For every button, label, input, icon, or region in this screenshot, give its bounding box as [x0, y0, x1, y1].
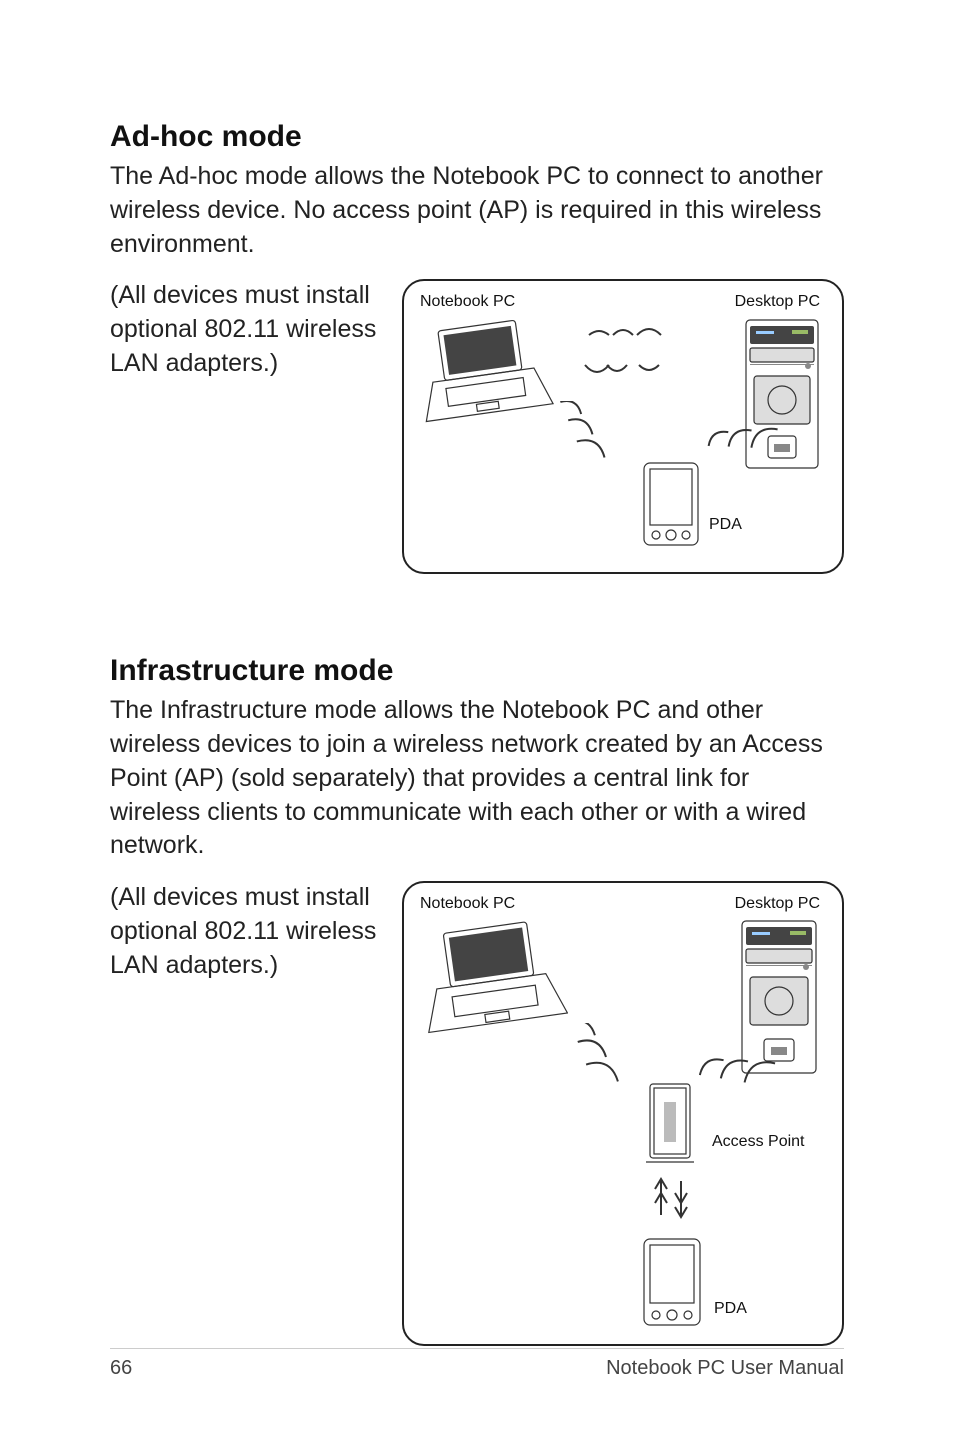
adhoc-paragraph: The Ad-hoc mode allows the Notebook PC t…	[110, 160, 844, 261]
footer-title: Notebook PC User Manual	[606, 1357, 844, 1380]
adhoc-row: (All devices must install optional 802.1…	[110, 279, 844, 574]
infra-paragraph: The Infrastructure mode allows the Noteb…	[110, 694, 844, 863]
wireless-arcs-icon	[544, 1023, 654, 1113]
adhoc-side-text-wrap: (All devices must install optional 802.1…	[110, 279, 390, 398]
infra-row: (All devices must install optional 802.1…	[110, 881, 844, 1346]
infra-desktop-label: Desktop PC	[735, 895, 820, 913]
infra-side-text: (All devices must install optional 802.1…	[110, 881, 390, 982]
wireless-updown-icon	[647, 1171, 697, 1237]
infra-side-text-wrap: (All devices must install optional 802.1…	[110, 881, 390, 1000]
pda-icon	[640, 1237, 704, 1329]
page-footer: 66 Notebook PC User Manual	[110, 1348, 844, 1380]
adhoc-desktop-label: Desktop PC	[735, 293, 820, 311]
infra-pda-label: PDA	[714, 1300, 747, 1318]
infra-heading: Infrastructure mode	[110, 654, 844, 688]
wireless-arcs-icon	[534, 401, 634, 481]
adhoc-side-text: (All devices must install optional 802.1…	[110, 279, 390, 380]
adhoc-pda-label: PDA	[709, 516, 742, 534]
adhoc-notebook-label: Notebook PC	[420, 293, 515, 311]
laptop-icon	[414, 317, 554, 427]
pda-icon	[640, 461, 702, 549]
infra-notebook-label: Notebook PC	[420, 895, 515, 913]
wireless-arcs-icon	[699, 1028, 809, 1118]
wireless-arcs-icon	[579, 321, 689, 391]
adhoc-diagram: Notebook PC Desktop PC PDA	[402, 279, 844, 574]
adhoc-heading: Ad-hoc mode	[110, 120, 844, 154]
laptop-icon	[418, 919, 568, 1039]
infra-diagram: Notebook PC Desktop PC Access Point PDA	[402, 881, 844, 1346]
infra-ap-label: Access Point	[712, 1133, 804, 1151]
wireless-arcs-icon	[704, 401, 804, 481]
page-number: 66	[110, 1357, 132, 1380]
